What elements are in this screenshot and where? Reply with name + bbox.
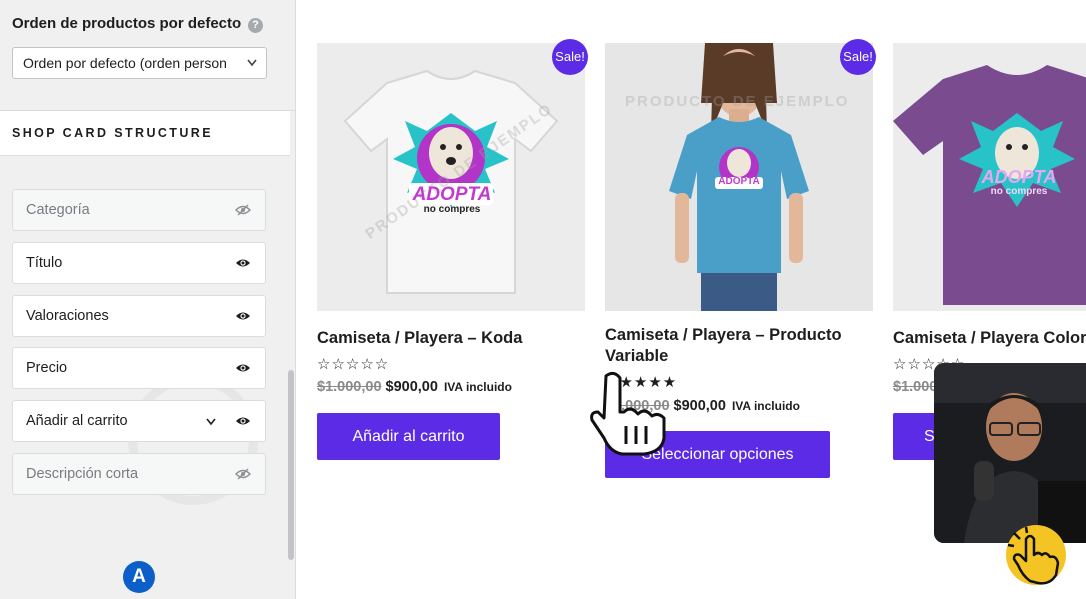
field-label: Valoraciones [26,308,109,324]
customizer-sidebar: Orden de productos por defecto ? Orden p… [0,0,296,599]
hand-pointer-icon [590,371,666,456]
field-descripcion-corta[interactable]: Descripción corta [12,453,266,495]
tax-note: IVA incluido [731,399,800,413]
add-to-cart-button[interactable]: Añadir al carrito [317,413,500,460]
artwork-headline: ADOPTA [718,176,760,187]
field-label: Precio [26,360,68,376]
star-rating: ☆☆☆☆☆ [317,356,390,373]
product-title[interactable]: Camiseta / Playera – Producto [605,325,842,346]
field-valoraciones[interactable]: Valoraciones [12,295,266,337]
eye-icon[interactable] [235,257,251,269]
old-price: $1.000,00 [317,379,382,395]
chevron-down-icon [246,48,258,78]
eye-hidden-icon[interactable] [235,468,251,480]
sidebar-scrollbar[interactable] [288,370,294,560]
artwork-subline: no compres [423,204,481,215]
artwork-headline: ADOPTA [981,167,1057,187]
app-root: Orden de productos por defecto ? Orden p… [0,0,1086,599]
field-titulo[interactable]: Título [12,242,266,284]
sale-badge: Sale! [552,39,588,75]
eye-icon[interactable] [235,310,251,322]
sale-badge: Sale! [840,39,876,75]
sort-order-select[interactable]: Orden por defecto (orden person [12,47,267,79]
sale-price: $900,00 [385,379,438,395]
field-label: Categoría [26,202,90,218]
chevron-down-icon[interactable] [205,412,217,435]
help-icon[interactable]: ? [248,18,263,33]
field-label: Descripción corta [26,466,139,482]
field-categoria[interactable]: Categoría [12,189,266,231]
sort-order-title: Orden de productos por defecto [12,15,242,32]
eye-hidden-icon[interactable] [235,204,251,216]
astra-logo: A [123,561,155,593]
field-label: Título [26,255,63,271]
product-image[interactable]: ADOPTA no compres [893,43,1086,311]
product-title-line2[interactable]: Variable [605,346,668,367]
field-anadir-carrito[interactable]: Añadir al carrito [12,400,266,442]
tax-note: IVA incluido [443,380,512,394]
sale-price: $900,00 [673,398,726,414]
field-label: Añadir al carrito [26,413,128,429]
section-title: SHOP CARD STRUCTURE [12,126,213,140]
product-image[interactable]: PRODUCTO DE EJEMPLO ADOPTA no compres [317,43,585,311]
field-precio[interactable]: Precio [12,347,266,389]
artwork-subline: no compres [990,186,1048,197]
product-image[interactable]: PRODUCTO DE EJEMPLO ADOPTA [605,43,873,311]
hand-click-icon [1006,525,1066,585]
product-title[interactable]: Camiseta / Playera Colore [893,328,1086,349]
product-price: $1.000,00 $900,00 IVA incluido [317,379,512,395]
eye-icon[interactable] [235,415,251,427]
product-title[interactable]: Camiseta / Playera – Koda [317,328,522,349]
webcam-overlay [934,363,1086,543]
watermark-text: PRODUCTO DE EJEMPLO [625,93,850,110]
presenter-video [934,363,1086,543]
eye-icon[interactable] [235,362,251,374]
section-header: SHOP CARD STRUCTURE [0,111,290,156]
sort-order-value: Orden por defecto (orden person [23,55,227,71]
artwork-headline: ADOPTA [412,184,492,205]
